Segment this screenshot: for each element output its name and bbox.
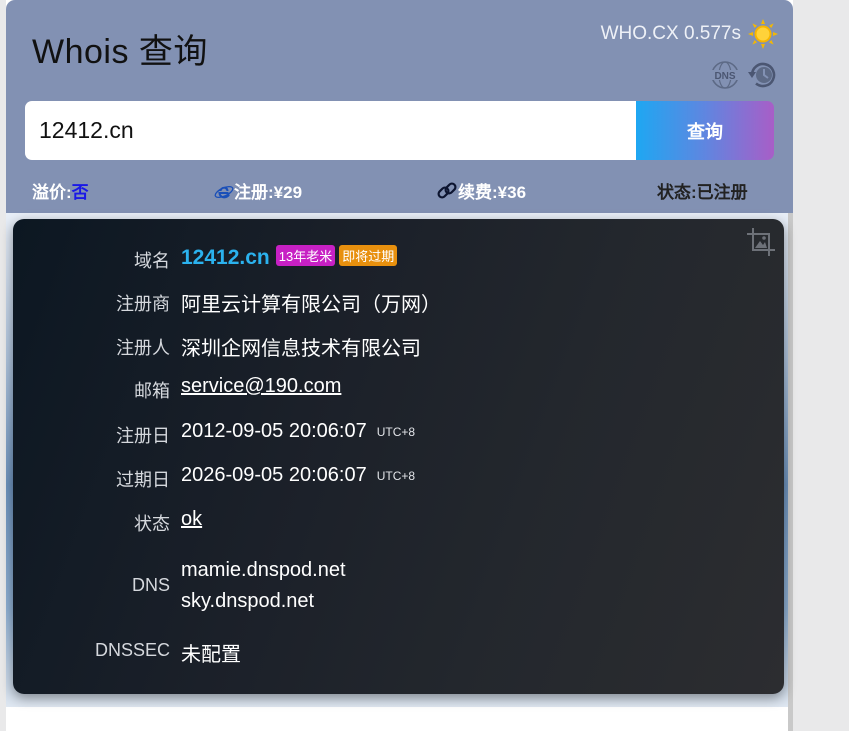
age-badge: 13年老米 <box>275 245 336 266</box>
domain-label: 域名 <box>134 251 170 271</box>
dnssec-value: 未配置 <box>181 644 241 666</box>
register-price-info[interactable]: 注册:¥29 <box>214 178 302 203</box>
search-input[interactable] <box>25 101 636 160</box>
expires-value-group: 2026-09-05 20:06:07 UTC+8 <box>181 464 415 487</box>
dnssec-label: DNSSEC <box>94 640 170 660</box>
search-button[interactable]: 查询 <box>636 101 774 160</box>
renew-value: ¥36 <box>497 183 527 202</box>
domain-value-group: 12412.cn 13年老米 即将过期 <box>181 245 398 270</box>
screenshot-icon[interactable] <box>746 227 776 257</box>
created-label: 注册日 <box>116 426 170 446</box>
whois-result-card: 域名 12412.cn 13年老米 即将过期 注册商 阿里云计算有限公司（万网） 注… <box>13 219 784 694</box>
registration-status-info: 状态:已注册 <box>657 178 748 203</box>
premium-value: 否 <box>71 183 89 202</box>
page-title: Whois 查询 <box>32 33 208 71</box>
scrollbar[interactable] <box>788 213 793 731</box>
domain-value[interactable]: 12412.cn <box>181 246 270 269</box>
status-label: 状态: <box>657 183 697 202</box>
created-timezone: UTC+8 <box>376 425 416 439</box>
link-icon <box>437 182 457 199</box>
email-label: 邮箱 <box>134 381 170 401</box>
dns-server-2: sky.dnspod.net <box>181 590 315 612</box>
created-value-group: 2012-09-05 20:06:07 UTC+8 <box>181 420 415 443</box>
clock-icon[interactable] <box>747 59 779 91</box>
register-value: ¥29 <box>273 183 303 202</box>
dns-server-1: mamie.dnspod.net <box>181 559 346 581</box>
registrant-value: 深圳企网信息技术有限公司 <box>181 338 421 360</box>
brand-timing[interactable]: WHO.CX 0.577s <box>601 23 741 45</box>
registrar-value: 阿里云计算有限公司（万网） <box>181 294 441 316</box>
dns-label: DNS <box>131 575 170 595</box>
registrant-label: 注册人 <box>116 338 170 358</box>
info-bar: 溢价:否 注册:¥29 续费:¥36 状态:已注册 <box>6 173 793 203</box>
dns-list: mamie.dnspod.net sky.dnspod.net <box>181 555 346 617</box>
svg-text:DNS: DNS <box>714 71 735 82</box>
premium-label: 溢价: <box>32 183 72 202</box>
registrar-label: 注册商 <box>116 294 170 314</box>
page: Whois 查询 WHO.CX 0.577s DNS 12412.cn 查询 溢… <box>6 0 793 731</box>
created-value: 2012-09-05 20:06:07 <box>181 420 367 442</box>
dns-icon[interactable]: DNS <box>709 60 741 90</box>
header: Whois 查询 WHO.CX 0.577s DNS 12412.cn 查询 溢… <box>6 0 793 213</box>
email-link[interactable]: service@190.com <box>181 375 341 398</box>
renew-label: 续费: <box>458 183 498 202</box>
registrar-e-icon <box>214 185 234 199</box>
status-link[interactable]: ok <box>181 508 202 531</box>
expires-label: 过期日 <box>116 470 170 490</box>
expires-timezone: UTC+8 <box>376 469 416 483</box>
register-label: 注册: <box>234 183 274 202</box>
status-value: 已注册 <box>696 183 748 202</box>
status-label: 状态 <box>134 514 170 534</box>
renew-price-info[interactable]: 续费:¥36 <box>436 178 526 203</box>
sun-icon[interactable] <box>747 18 779 50</box>
expiring-badge: 即将过期 <box>339 245 398 266</box>
premium-info: 溢价:否 <box>32 178 89 203</box>
expires-value: 2026-09-05 20:06:07 <box>181 464 367 486</box>
